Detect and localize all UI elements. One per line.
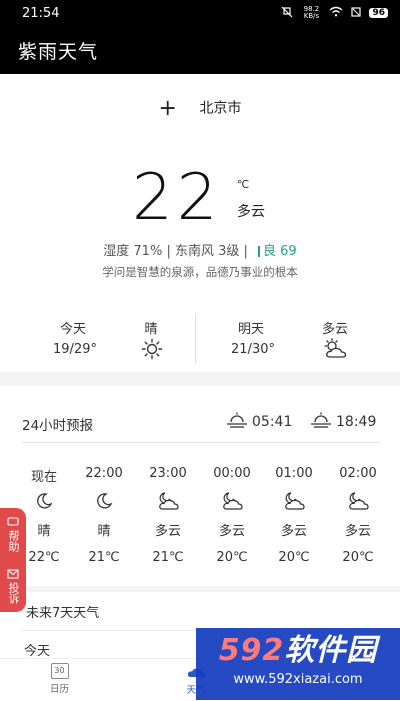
tomorrow-label: 明天 [237, 322, 264, 337]
help-label: 帮助 [7, 529, 20, 552]
hour-condition: 多云 [218, 524, 245, 539]
current-temperature: 22 [132, 161, 222, 235]
complain-label: 投诉 [7, 581, 20, 604]
cloud-sun-icon [322, 338, 350, 360]
status-time: 21:54 [22, 5, 60, 21]
hour-temp: 20℃ [278, 550, 310, 565]
hourly-divider [22, 442, 380, 443]
hour-item[interactable]: 00:00 多云 20℃ [202, 466, 262, 570]
sunrise-icon [226, 412, 248, 432]
watermark-banner: 592软件园 www.592xiazai.com [196, 628, 400, 700]
tomorrow-condition: 多云 [321, 322, 348, 337]
hour-item[interactable]: 01:00 多云 20℃ [264, 466, 324, 570]
complain-button[interactable]: 投诉 [7, 568, 20, 604]
hour-time: 00:00 [213, 466, 251, 481]
calendar-icon: 30 [50, 663, 69, 679]
aqi-badge[interactable]: 良 69 [258, 244, 297, 259]
weekly-today-label: 今天 [24, 644, 51, 659]
hourly-list: 现在 晴 22℃ 22:00 晴 21℃ 23:00 多云 21℃ 00:00 [0, 466, 400, 566]
app-bar: 紫雨天气 [0, 26, 400, 74]
wifi-icon [329, 6, 343, 20]
mail-icon [7, 568, 19, 582]
watermark-title: 592软件园 [196, 634, 400, 668]
help-icon [7, 516, 19, 530]
daily-quote: 学问是智慧的泉源，品德乃事业的根本 [102, 265, 298, 279]
hour-item[interactable]: 23:00 多云 21℃ [138, 466, 198, 570]
today-range: 19/29° [53, 342, 97, 357]
watermark-number: 592 [218, 633, 285, 668]
moon-icon [74, 486, 134, 516]
sunset-time: 18:49 [336, 414, 377, 430]
hour-condition: 多云 [344, 524, 371, 539]
mute-icon [281, 6, 293, 21]
weekly-title: 未来7天天气 [26, 606, 100, 621]
battery-indicator: 96 [369, 8, 388, 18]
nav-calendar-label: 日历 [50, 684, 70, 695]
hour-time: 现在 [30, 470, 57, 485]
hour-temp: 21℃ [88, 550, 120, 565]
hour-temp: 21℃ [152, 550, 184, 565]
add-city-icon[interactable]: + [159, 96, 177, 121]
sunset-info: 18:49 [310, 412, 376, 432]
hour-condition: 多云 [154, 524, 181, 539]
hourly-forecast-card: 24小时预报 05:41 18:49 现在 晴 22℃ 22:00 晴 21℃ … [0, 386, 400, 586]
hour-temp: 20℃ [342, 550, 374, 565]
today-condition: 晴 [144, 322, 158, 337]
hour-item[interactable]: 22:00 晴 21℃ [74, 466, 134, 570]
cloud-moon-icon [138, 486, 198, 516]
help-complaint-bar[interactable]: 帮助 投诉 [0, 508, 26, 612]
sunset-icon [310, 412, 332, 432]
hourly-title: 24小时预报 [22, 418, 94, 434]
current-weather-card: + 北京市 22 ℃ 多云 湿度 71% | 东南风 3级 | 良 69 学问是… [0, 74, 400, 372]
hour-time: 01:00 [275, 466, 313, 481]
sim-icon [351, 6, 362, 20]
humidity-wind: 湿度 71% | 东南风 3级 | [103, 244, 248, 259]
temperature-unit: ℃ [237, 178, 250, 191]
today-label: 今天 [59, 322, 86, 337]
status-bar: 21:54 98.2 KB/s 96 [0, 0, 400, 26]
current-condition: 多云 [237, 204, 265, 220]
hour-condition: 晴 [97, 524, 111, 539]
status-icons: 98.2 KB/s 96 [281, 6, 388, 21]
tomorrow-range: 21/30° [231, 342, 275, 357]
aqi-value: 良 69 [263, 244, 297, 259]
nav-calendar[interactable]: 30 日历 [50, 663, 69, 695]
hour-temp: 20℃ [216, 550, 248, 565]
hour-time: 22:00 [85, 466, 123, 481]
sunrise-info: 05:41 [226, 412, 292, 432]
hour-time: 23:00 [149, 466, 187, 481]
hour-time: 02:00 [339, 466, 377, 481]
hour-condition: 多云 [280, 524, 307, 539]
day-divider [195, 314, 196, 364]
cloud-moon-icon [202, 486, 262, 516]
city-selector[interactable]: + 北京市 [0, 96, 400, 121]
watermark-url: www.592xiazai.com [233, 672, 363, 687]
sunrise-time: 05:41 [252, 414, 293, 430]
city-name: 北京市 [199, 100, 242, 117]
cloud-moon-icon [328, 486, 388, 516]
weather-meta: 湿度 71% | 东南风 3级 | 良 69 [0, 240, 400, 259]
help-button[interactable]: 帮助 [7, 516, 20, 552]
app-title: 紫雨天气 [18, 40, 99, 63]
network-speed: 98.2 KB/s [303, 5, 320, 20]
sun-icon [140, 338, 164, 360]
watermark-name: 软件园 [284, 633, 378, 668]
cloud-moon-icon [264, 486, 324, 516]
hour-item[interactable]: 02:00 多云 20℃ [328, 466, 388, 570]
